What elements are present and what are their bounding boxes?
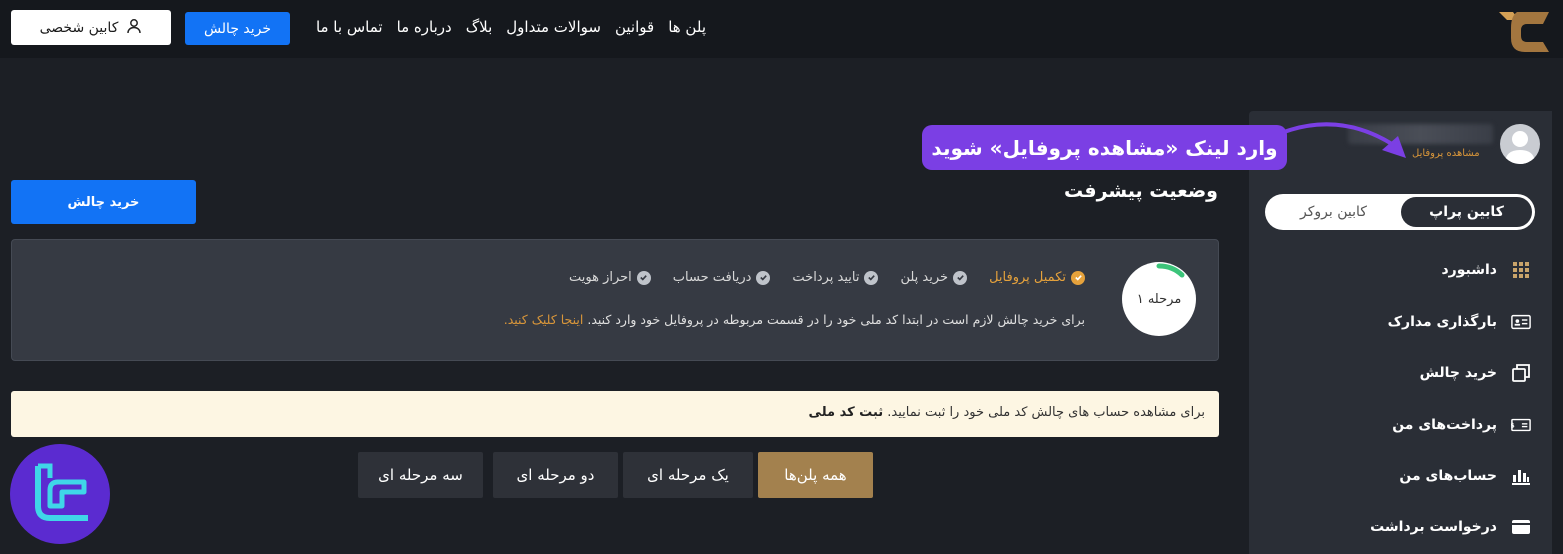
check-icon bbox=[636, 270, 651, 285]
filter-two-step[interactable]: دو مرحله ای bbox=[493, 452, 618, 498]
buy-challenge-top-button[interactable]: خرید چالش bbox=[185, 12, 290, 45]
filter-one-step[interactable]: یک مرحله ای bbox=[623, 452, 753, 498]
click-here-link[interactable]: اینجا کلیک کنید. bbox=[504, 312, 584, 327]
personal-cabinet-label: کابین شخصی bbox=[39, 19, 119, 36]
sidebar-item-accounts[interactable]: حساب‌های من bbox=[1399, 462, 1531, 490]
progress-card bbox=[11, 239, 1219, 361]
step-receive-account: دریافت حساب bbox=[673, 270, 771, 285]
sidebar-item-payments[interactable]: $ پرداخت‌های من bbox=[1392, 411, 1531, 439]
nav-blog[interactable]: بلاگ bbox=[466, 18, 493, 36]
nav-plans[interactable]: پلن ها bbox=[668, 18, 706, 36]
step-verify-identity: احراز هویت bbox=[569, 270, 651, 285]
watermark-logo bbox=[10, 444, 110, 544]
progress-steps: تکمیل پروفایل خرید پلن تایید پرداخت دریا… bbox=[569, 270, 1085, 285]
sidebar-item-label: بارگذاری مدارک bbox=[1387, 314, 1497, 330]
sidebar-item-label: خرید چالش bbox=[1419, 365, 1497, 381]
sidebar-item-label: داشبورد bbox=[1441, 262, 1498, 278]
toggle-broker-cabinet[interactable]: کابین بروکر bbox=[1268, 197, 1399, 227]
check-icon bbox=[756, 270, 771, 285]
main-nav: پلن ها قوانین سوالات متداول بلاگ درباره … bbox=[316, 18, 706, 36]
step-label-text: تایید پرداخت bbox=[792, 270, 860, 285]
step-complete-profile: تکمیل پروفایل bbox=[989, 270, 1085, 285]
notice-message: برای مشاهده حساب های چالش کد ملی خود را … bbox=[887, 405, 1205, 420]
step-label: مرحله ۱ bbox=[1136, 291, 1182, 307]
progress-description: برای خرید چالش لازم است در ابتدا کد ملی … bbox=[504, 312, 1085, 327]
step-label-text: خرید پلن bbox=[900, 270, 949, 285]
filter-all-plans[interactable]: همه پلن‌ها bbox=[758, 452, 873, 498]
page-title: وضعیت پیشرفت bbox=[1064, 180, 1218, 202]
view-profile-link[interactable]: مشاهده پروفایل bbox=[1412, 148, 1480, 159]
buy-challenge-button[interactable]: خرید چالش bbox=[11, 180, 196, 224]
check-icon bbox=[864, 270, 879, 285]
id-card-icon bbox=[1511, 313, 1531, 331]
sidebar-item-withdraw[interactable]: درخواست برداشت bbox=[1370, 513, 1531, 541]
step-label-text: تکمیل پروفایل bbox=[989, 270, 1066, 285]
sidebar-item-dashboard[interactable]: داشبورد bbox=[1442, 256, 1532, 284]
callout-arrow-icon bbox=[1282, 122, 1406, 158]
toggle-prop-cabinet[interactable]: کابین پراپ bbox=[1401, 197, 1532, 227]
nav-about[interactable]: درباره ما bbox=[397, 18, 452, 36]
wallet-icon bbox=[1511, 518, 1531, 536]
register-national-id-link[interactable]: ثبت کد ملی bbox=[809, 405, 884, 420]
step-confirm-payment: تایید پرداخت bbox=[792, 270, 879, 285]
personal-cabinet-button[interactable]: کابین شخصی bbox=[11, 10, 171, 45]
step-buy-plan: خرید پلن bbox=[900, 270, 968, 285]
copy-icon bbox=[1511, 364, 1531, 382]
sidebar-item-label: حساب‌های من bbox=[1399, 468, 1497, 484]
step-label-text: دریافت حساب bbox=[672, 270, 752, 285]
grid-icon bbox=[1511, 261, 1531, 279]
brand-logo[interactable] bbox=[1497, 8, 1551, 54]
sidebar-item-label: درخواست برداشت bbox=[1370, 519, 1497, 535]
nav-faq[interactable]: سوالات متداول bbox=[506, 18, 601, 36]
instruction-callout: وارد لینک «مشاهده پروفایل» شوید bbox=[922, 125, 1287, 170]
svg-text:$: $ bbox=[1511, 423, 1515, 430]
sidebar-item-label: پرداخت‌های من bbox=[1392, 417, 1497, 433]
check-icon bbox=[1071, 270, 1085, 285]
avatar[interactable] bbox=[1500, 124, 1540, 164]
national-id-notice: برای مشاهده حساب های چالش کد ملی خود را … bbox=[11, 391, 1219, 437]
check-icon bbox=[953, 270, 968, 285]
user-icon bbox=[126, 18, 142, 38]
sidebar-item-buy-challenge[interactable]: خرید چالش bbox=[1420, 359, 1531, 387]
nav-contact[interactable]: تماس با ما bbox=[316, 18, 383, 36]
sidebar-item-documents[interactable]: بارگذاری مدارک bbox=[1388, 308, 1531, 336]
bill-icon: $ bbox=[1511, 416, 1531, 434]
description-text: برای خرید چالش لازم است در ابتدا کد ملی … bbox=[587, 312, 1085, 327]
bar-chart-icon bbox=[1511, 467, 1531, 485]
filter-three-step[interactable]: سه مرحله ای bbox=[358, 452, 483, 498]
notice-text: برای مشاهده حساب های چالش کد ملی خود را … bbox=[809, 405, 1205, 420]
step-label-text: احراز هویت bbox=[568, 270, 632, 285]
nav-rules[interactable]: قوانین bbox=[615, 18, 654, 36]
